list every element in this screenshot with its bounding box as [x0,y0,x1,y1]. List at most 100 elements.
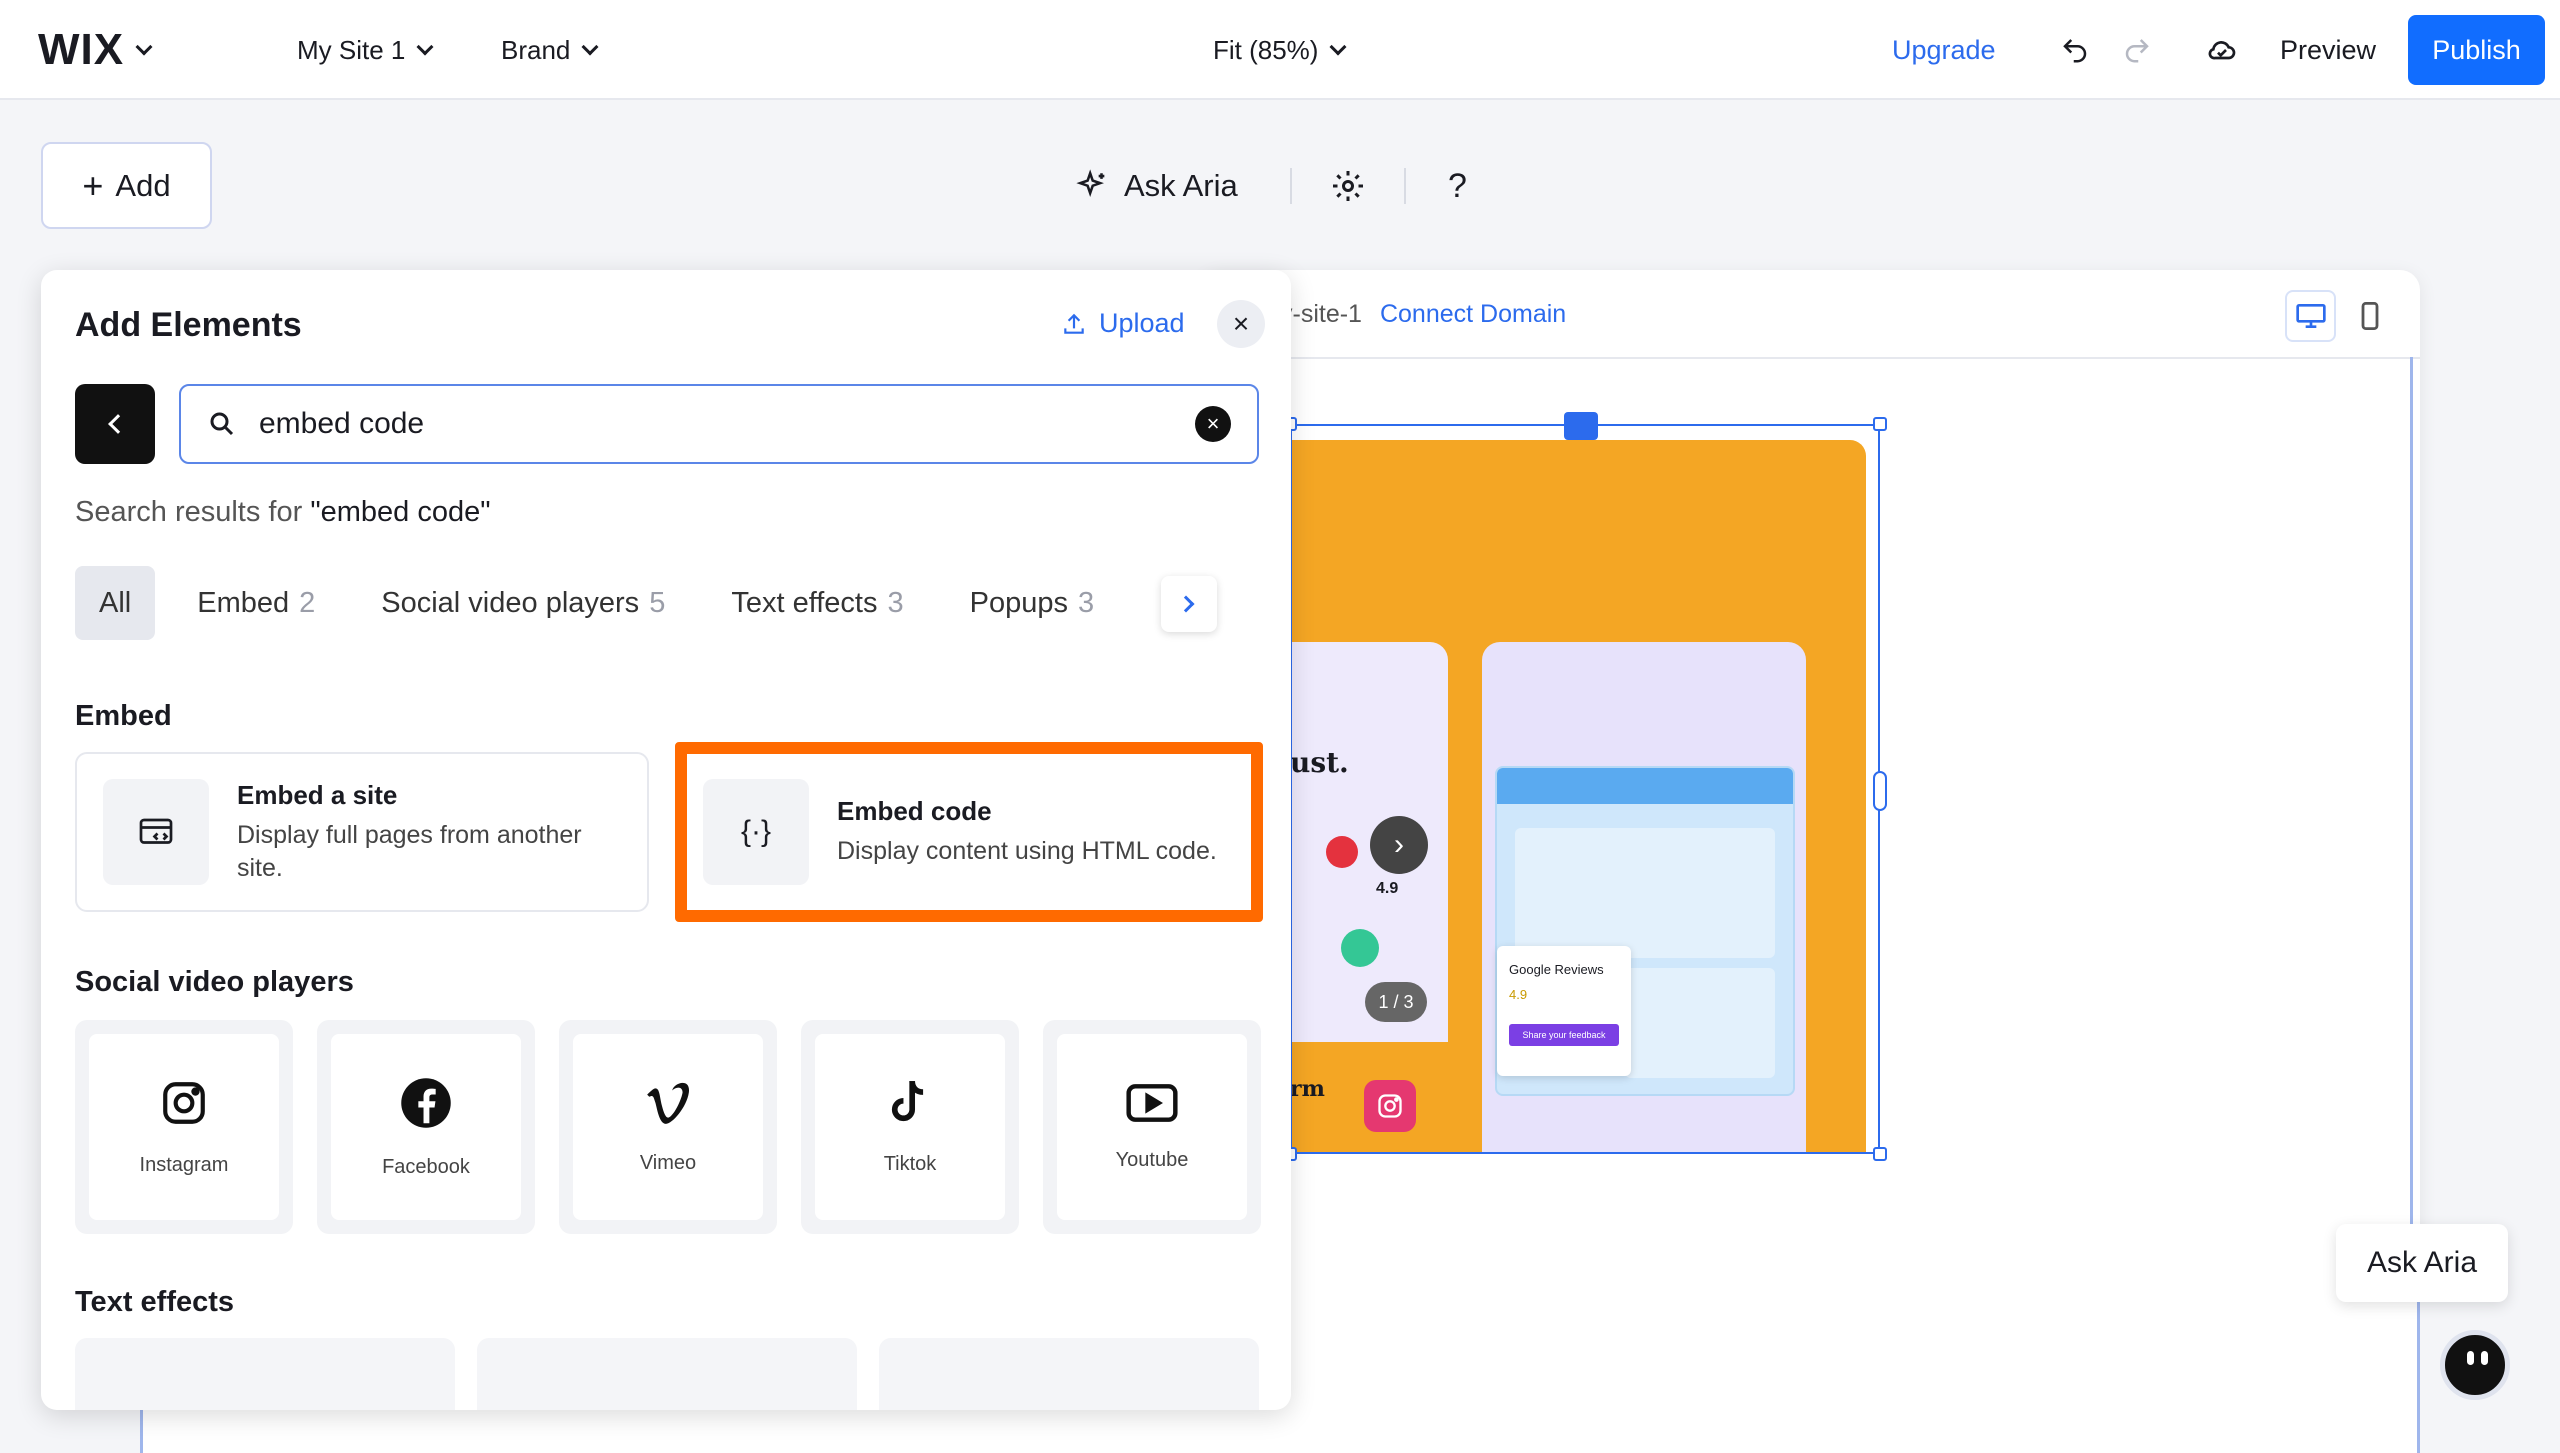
selected-element-frame[interactable] [1283,417,1887,1161]
avatar-eye [2481,1351,2488,1365]
filter-tab-social-video-players[interactable]: Social video players 5 [357,566,689,640]
upload-button[interactable]: Upload [1061,308,1185,339]
plus-icon: + [82,164,104,206]
filter-tab-text-effects[interactable]: Text effects 3 [707,566,927,640]
instagram-icon [163,1081,205,1124]
embed-site-icon [103,779,209,885]
tiktok-icon [891,1080,924,1121]
mobile-view-icon[interactable] [2344,290,2395,342]
download-icon[interactable] [1564,412,1598,440]
publish-button[interactable]: Publish [2408,15,2545,85]
section-heading-text-effects: Text effects [75,1286,235,1318]
back-button[interactable] [75,384,155,464]
search-icon [210,412,234,436]
results-query: "embed code" [310,496,491,528]
sparkle-icon [1076,169,1105,197]
filter-count: 2 [299,586,316,619]
top-bar: WIX My Site 1 Brand Fit (85%) Upgrade Pr… [0,0,2560,100]
upload-icon [1064,313,1084,334]
settings-gear-icon[interactable] [1330,150,1366,222]
chevron-down-icon [416,38,434,56]
chevron-left-icon [108,414,128,434]
filter-tab-popups[interactable]: Popups 3 [946,566,1119,640]
text-effect-item[interactable] [477,1338,857,1410]
section-heading-social-video: Social video players [75,966,354,998]
chevron-right-icon [1177,595,1195,613]
search-input[interactable] [259,407,1173,441]
filter-label: Embed [197,586,290,619]
embed-site-card[interactable]: Embed a site Display full pages from ano… [75,752,649,912]
chevron-down-icon [135,38,153,56]
filter-label: Text effects [731,586,878,619]
chevron-down-icon [1329,38,1347,56]
close-icon[interactable]: × [1217,300,1265,348]
site-menu[interactable]: My Site 1 [297,0,434,100]
social-item-label: Facebook [382,1155,470,1178]
divider [1404,168,1406,204]
filters-next-button[interactable] [1161,576,1217,632]
zoom-menu[interactable]: Fit (85%) [1213,0,1347,100]
resize-handle[interactable] [1873,771,1887,811]
results-prefix: Search results for [75,496,311,528]
search-field[interactable]: × [179,384,1259,464]
ask-aria-label: Ask Aria [1124,168,1238,203]
connect-domain-link[interactable]: Connect Domain [1380,300,1566,329]
embed-code-description: Display content using HTML code. [837,837,1217,865]
embed-site-description: Display full pages from another site. [237,820,582,882]
clear-search-icon[interactable]: × [1195,406,1231,442]
avatar-eye [2467,1351,2474,1365]
aria-avatar-icon[interactable] [2440,1330,2510,1400]
device-toggle [2285,288,2395,344]
preview-button[interactable]: Preview [2280,0,2376,100]
zoom-label: Fit (85%) [1213,34,1319,65]
filter-tab-embed[interactable]: Embed 2 [173,566,339,640]
desktop-view-icon[interactable] [2285,290,2337,342]
resize-handle[interactable] [1873,417,1887,431]
undo-icon[interactable] [2060,0,2090,100]
youtube-icon [1126,1083,1178,1122]
section-heading-embed: Embed [75,700,172,732]
redo-icon[interactable] [2122,0,2152,100]
upgrade-link[interactable]: Upgrade [1892,0,1996,100]
site-url-bar: y-site-1 Connect Domain [1280,300,1566,329]
text-effect-item[interactable] [75,1338,455,1410]
site-menu-label: My Site 1 [297,34,406,65]
embed-code-title: Embed code [837,796,992,826]
search-results-label: Search results for "embed code" [75,496,491,529]
upload-label: Upload [1099,308,1185,338]
social-item-vimeo[interactable]: Vimeo [559,1020,777,1234]
divider [1290,168,1292,204]
add-button[interactable]: + Add [41,142,212,229]
cloud-save-icon[interactable] [2206,0,2238,100]
brand-menu[interactable]: Brand [501,0,599,100]
facebook-icon [401,1077,451,1128]
embed-code-card[interactable]: {·} Embed code Display content using HTM… [675,742,1263,922]
help-icon[interactable]: ? [1448,150,1467,222]
add-elements-panel: Add Elements Upload × × Search results f… [41,270,1291,1410]
text-effect-item[interactable] [879,1338,1259,1410]
ask-aria-bubble[interactable]: Ask Aria [2336,1224,2508,1302]
ask-aria-button[interactable]: Ask Aria [1076,150,1238,222]
canvas-header-divider [1200,357,2420,359]
social-item-youtube[interactable]: Youtube [1043,1020,1261,1234]
filter-tabs: All Embed 2 Social video players 5 Text … [75,566,1136,640]
filter-count: 3 [887,586,904,619]
social-item-facebook[interactable]: Facebook [317,1020,535,1234]
resize-handle[interactable] [1873,1147,1887,1161]
wix-logo-menu[interactable]: WIX [38,0,153,100]
filter-label: Popups [969,586,1068,619]
wix-logo: WIX [38,25,125,74]
social-item-label: Tiktok [883,1152,937,1175]
filter-label: All [99,586,132,619]
filter-tab-all[interactable]: All [75,566,156,640]
site-url: y-site-1 [1280,300,1362,328]
brand-menu-label: Brand [501,34,571,65]
social-item-tiktok[interactable]: Tiktok [801,1020,1019,1234]
social-item-instagram[interactable]: Instagram [75,1020,293,1234]
chevron-down-icon [581,38,599,56]
filter-count: 5 [649,586,666,619]
vimeo-icon [647,1082,690,1124]
filter-count: 3 [1077,586,1095,619]
add-button-label: Add [115,167,171,203]
filter-label: Social video players [381,586,640,619]
